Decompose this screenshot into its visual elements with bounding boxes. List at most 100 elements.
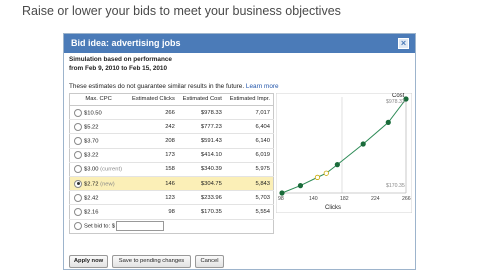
bid-radio[interactable] bbox=[74, 193, 82, 202]
max-cpc-value: $2.16 bbox=[84, 209, 99, 216]
set-bid-row: Set bid to: $ bbox=[69, 218, 274, 234]
impr-cell: 6,019 bbox=[224, 147, 274, 163]
clicks-cell: 242 bbox=[127, 119, 178, 134]
apply-now-button[interactable]: Apply now bbox=[69, 255, 108, 268]
simulation-line-1: Simulation based on performance bbox=[69, 56, 172, 63]
dialog-titlebar: Bid idea: advertising jobs × bbox=[64, 34, 415, 53]
chart-y-min-label: $170.35 bbox=[386, 183, 405, 189]
estimate-note: These estimates do not guarantee similar… bbox=[69, 83, 279, 90]
clicks-cell: 173 bbox=[127, 147, 178, 163]
clicks-cell: 146 bbox=[127, 175, 178, 191]
cost-cell: $591.43 bbox=[177, 133, 225, 149]
max-cpc-cell: $2.42 bbox=[69, 190, 128, 205]
impr-cell: 7,017 bbox=[224, 104, 274, 120]
impr-cell: 6,404 bbox=[224, 119, 274, 134]
note-text: These estimates do not guarantee similar… bbox=[69, 83, 245, 90]
impr-cell: 6,140 bbox=[224, 133, 274, 149]
table-row[interactable]: $3.22 173 $414.10 6,019 bbox=[69, 147, 274, 163]
save-to-pending-button[interactable]: Save to pending changes bbox=[112, 255, 191, 268]
table-header-row: Max. CPC Estimated Clicks Estimated Cost… bbox=[69, 93, 274, 106]
learn-more-link[interactable]: Learn more bbox=[246, 83, 279, 90]
table-row[interactable]: $2.42 123 $233.96 5,703 bbox=[69, 190, 274, 205]
chart-point bbox=[279, 190, 285, 196]
chart-y-max-label: $978.33 bbox=[386, 99, 405, 105]
clicks-cell: 208 bbox=[127, 133, 178, 149]
table-row[interactable]: $5.22 242 $777.23 6,404 bbox=[69, 119, 274, 134]
impr-cell: 5,975 bbox=[224, 161, 274, 177]
cost-cell: $304.75 bbox=[177, 175, 225, 191]
chart-point bbox=[360, 141, 366, 147]
max-cpc-cell: $3.00 (current) bbox=[69, 161, 128, 177]
max-cpc-value: $3.00 bbox=[84, 166, 99, 173]
clicks-cost-chart: 98 140 182 224 266 Cost $978.33 $170.35 Clic… bbox=[276, 93, 412, 213]
max-cpc-cell: $10.50 bbox=[69, 104, 128, 120]
chart-xlabel: Clicks bbox=[325, 205, 341, 211]
cost-cell: $340.39 bbox=[177, 161, 225, 177]
clicks-cell: 266 bbox=[127, 104, 178, 120]
chart-point bbox=[334, 162, 340, 168]
clicks-cell: 123 bbox=[127, 190, 178, 205]
set-bid-input[interactable] bbox=[115, 221, 164, 232]
bid-tag: (current) bbox=[100, 166, 123, 173]
bid-idea-dialog: Bid idea: advertising jobs × Simulation … bbox=[63, 33, 416, 270]
max-cpc-value: $2.42 bbox=[84, 195, 99, 202]
bid-tag: (new) bbox=[100, 181, 115, 188]
max-cpc-value: $2.72 bbox=[84, 181, 99, 188]
bid-radio[interactable] bbox=[74, 179, 82, 188]
close-icon[interactable]: × bbox=[398, 38, 409, 49]
cost-cell: $170.35 bbox=[177, 204, 225, 219]
impr-cell: 5,554 bbox=[224, 204, 274, 219]
x-tick-label: 98 bbox=[278, 196, 284, 202]
impr-cell: 5,703 bbox=[224, 190, 274, 205]
max-cpc-value: $3.22 bbox=[84, 152, 99, 159]
x-tick-label: 140 bbox=[309, 196, 318, 202]
chart-point bbox=[323, 170, 329, 176]
set-bid-radio[interactable] bbox=[74, 222, 82, 231]
bid-radio[interactable] bbox=[74, 151, 82, 160]
column-header-impr: Estimated Impr. bbox=[224, 93, 274, 106]
clicks-cell: 98 bbox=[127, 204, 178, 219]
cost-cell: $777.23 bbox=[177, 119, 225, 134]
max-cpc-cell: $2.72 (new) bbox=[69, 175, 128, 191]
simulation-line-2: from Feb 9, 2010 to Feb 15, 2010 bbox=[69, 64, 168, 72]
set-bid-cell: Set bid to: $ bbox=[69, 218, 274, 234]
chart-frame bbox=[276, 93, 412, 213]
max-cpc-cell: $5.22 bbox=[69, 119, 128, 134]
clicks-cell: 158 bbox=[127, 161, 178, 177]
max-cpc-cell: $2.16 bbox=[69, 204, 128, 219]
max-cpc-value: $10.50 bbox=[84, 110, 102, 117]
bid-simulation-table: Max. CPC Estimated Clicks Estimated Cost… bbox=[69, 93, 274, 234]
page-heading: Raise or lower your bids to meet your bu… bbox=[22, 4, 341, 18]
cancel-button[interactable]: Cancel bbox=[195, 255, 224, 268]
table-row[interactable]: $2.16 98 $170.35 5,554 bbox=[69, 204, 274, 219]
max-cpc-cell: $3.22 bbox=[69, 147, 128, 163]
impr-cell: 5,843 bbox=[224, 175, 274, 191]
dialog-title: Bid idea: advertising jobs bbox=[71, 38, 181, 48]
bid-radio[interactable] bbox=[74, 165, 82, 174]
x-tick-label: 224 bbox=[371, 196, 380, 202]
chart-point bbox=[314, 174, 321, 180]
max-cpc-cell: $3.70 bbox=[69, 133, 128, 149]
x-tick-label: 182 bbox=[340, 196, 349, 202]
set-bid-label: Set bid to: $ bbox=[84, 223, 115, 230]
chart-point bbox=[385, 119, 391, 125]
cost-cell: $978.33 bbox=[177, 104, 225, 120]
x-tick-label: 266 bbox=[402, 196, 411, 202]
bid-radio[interactable] bbox=[74, 207, 82, 216]
table-row[interactable]: $10.50 266 $978.33 7,017 bbox=[69, 104, 274, 120]
table-row[interactable]: $3.00 (current) 158 $340.39 5,975 bbox=[69, 161, 274, 177]
max-cpc-value: $3.70 bbox=[84, 138, 99, 145]
bid-radio[interactable] bbox=[74, 136, 82, 145]
column-header-cost: Estimated Cost bbox=[177, 93, 225, 106]
column-header-max-cpc: Max. CPC bbox=[69, 93, 128, 106]
bid-radio[interactable] bbox=[74, 108, 82, 117]
cost-cell: $414.10 bbox=[177, 147, 225, 163]
simulation-period: Simulation based on performance from Feb… bbox=[69, 56, 172, 73]
column-header-clicks: Estimated Clicks bbox=[127, 93, 178, 106]
chart-point bbox=[297, 182, 304, 189]
cost-cell: $233.96 bbox=[177, 190, 225, 205]
table-row[interactable]: $3.70 208 $591.43 6,140 bbox=[69, 133, 274, 149]
bid-radio[interactable] bbox=[74, 122, 82, 131]
table-row[interactable]: $2.72 (new) 146 $304.75 5,843 bbox=[69, 175, 274, 191]
max-cpc-value: $5.22 bbox=[84, 124, 99, 131]
